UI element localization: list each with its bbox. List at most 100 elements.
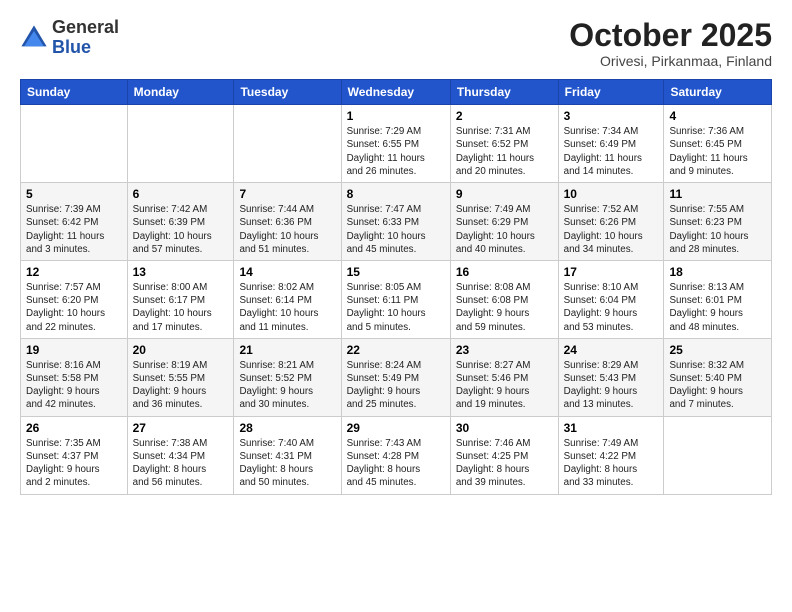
calendar-cell: 15Sunrise: 8:05 AM Sunset: 6:11 PM Dayli… [341,260,450,338]
weekday-header-thursday: Thursday [450,80,558,105]
day-info: Sunrise: 7:55 AM Sunset: 6:23 PM Dayligh… [669,203,766,256]
day-info: Sunrise: 7:57 AM Sunset: 6:20 PM Dayligh… [26,281,122,334]
calendar-cell: 5 Sunrise: 7:39 AM Sunset: 6:42 PM Daylig… [21,183,128,261]
day-info: Sunrise: 7:39 AM Sunset: 6:42 PM Dayligh… [26,203,122,256]
day-info: Sunrise: 7:34 AM Sunset: 6:49 PM Dayligh… [564,125,659,178]
day-number: 2 [456,109,553,123]
day-info: Sunrise: 7:49 AM Sunset: 6:29 PM Dayligh… [456,203,553,256]
header: General Blue October 2025 Orivesi, Pirka… [20,18,772,69]
day-number: 23 [456,343,553,357]
day-info: Sunrise: 7:35 AM Sunset: 4:37 PM Dayligh… [26,437,122,490]
day-info: Sunrise: 7:29 AM Sunset: 6:55 PM Dayligh… [347,125,445,178]
week-row-2: 5 Sunrise: 7:39 AM Sunset: 6:42 PM Daylig… [21,183,772,261]
calendar-cell: 20Sunrise: 8:19 AM Sunset: 5:55 PM Dayli… [127,338,234,416]
calendar-cell: 26Sunrise: 7:35 AM Sunset: 4:37 PM Dayli… [21,416,128,494]
calendar-cell: 31 Sunrise: 7:49 AM Sunset: 4:22 PM Dayli… [558,416,664,494]
calendar-cell: 22 Sunrise: 8:24 AM Sunset: 5:49 PM Dayli… [341,338,450,416]
day-number: 17 [564,265,659,279]
title-block: October 2025 Orivesi, Pirkanmaa, Finland [569,18,772,69]
day-number: 27 [133,421,229,435]
day-number: 8 [347,187,445,201]
calendar-cell: 1 Sunrise: 7:29 AM Sunset: 6:55 PM Daylig… [341,105,450,183]
calendar-cell: 6 Sunrise: 7:42 AM Sunset: 6:39 PM Daylig… [127,183,234,261]
weekday-header-row: SundayMondayTuesdayWednesdayThursdayFrid… [21,80,772,105]
calendar-cell: 19Sunrise: 8:16 AM Sunset: 5:58 PM Dayli… [21,338,128,416]
location-subtitle: Orivesi, Pirkanmaa, Finland [569,53,772,69]
calendar-cell: 4 Sunrise: 7:36 AM Sunset: 6:45 PM Daylig… [664,105,772,183]
month-title: October 2025 [569,18,772,53]
calendar-cell: 3 Sunrise: 7:34 AM Sunset: 6:49 PM Daylig… [558,105,664,183]
day-info: Sunrise: 8:16 AM Sunset: 5:58 PM Dayligh… [26,359,122,412]
calendar-cell: 7Sunrise: 7:44 AM Sunset: 6:36 PM Daylig… [234,183,341,261]
calendar-cell: 14Sunrise: 8:02 AM Sunset: 6:14 PM Dayli… [234,260,341,338]
day-info: Sunrise: 7:46 AM Sunset: 4:25 PM Dayligh… [456,437,553,490]
day-info: Sunrise: 7:40 AM Sunset: 4:31 PM Dayligh… [239,437,335,490]
day-info: Sunrise: 7:43 AM Sunset: 4:28 PM Dayligh… [347,437,445,490]
day-info: Sunrise: 8:32 AM Sunset: 5:40 PM Dayligh… [669,359,766,412]
day-info: Sunrise: 8:02 AM Sunset: 6:14 PM Dayligh… [239,281,335,334]
day-number: 4 [669,109,766,123]
day-number: 12 [26,265,122,279]
logo-icon [20,24,48,52]
day-number: 16 [456,265,553,279]
day-number: 5 [26,187,122,201]
logo: General Blue [20,18,119,58]
day-number: 21 [239,343,335,357]
calendar-cell [127,105,234,183]
weekday-header-sunday: Sunday [21,80,128,105]
calendar-cell: 12 Sunrise: 7:57 AM Sunset: 6:20 PM Dayli… [21,260,128,338]
day-number: 31 [564,421,659,435]
week-row-5: 26Sunrise: 7:35 AM Sunset: 4:37 PM Dayli… [21,416,772,494]
day-info: Sunrise: 7:36 AM Sunset: 6:45 PM Dayligh… [669,125,766,178]
calendar-cell: 29 Sunrise: 7:43 AM Sunset: 4:28 PM Dayli… [341,416,450,494]
day-info: Sunrise: 8:10 AM Sunset: 6:04 PM Dayligh… [564,281,659,334]
day-info: Sunrise: 8:00 AM Sunset: 6:17 PM Dayligh… [133,281,229,334]
day-number: 3 [564,109,659,123]
logo-text: General Blue [52,18,119,58]
day-info: Sunrise: 7:44 AM Sunset: 6:36 PM Dayligh… [239,203,335,256]
calendar-cell: 30Sunrise: 7:46 AM Sunset: 4:25 PM Dayli… [450,416,558,494]
day-number: 10 [564,187,659,201]
week-row-3: 12 Sunrise: 7:57 AM Sunset: 6:20 PM Dayli… [21,260,772,338]
day-info: Sunrise: 7:38 AM Sunset: 4:34 PM Dayligh… [133,437,229,490]
day-number: 1 [347,109,445,123]
day-info: Sunrise: 8:21 AM Sunset: 5:52 PM Dayligh… [239,359,335,412]
calendar-cell: 16Sunrise: 8:08 AM Sunset: 6:08 PM Dayli… [450,260,558,338]
day-info: Sunrise: 7:42 AM Sunset: 6:39 PM Dayligh… [133,203,229,256]
day-number: 22 [347,343,445,357]
day-number: 28 [239,421,335,435]
calendar-cell: 8 Sunrise: 7:47 AM Sunset: 6:33 PM Daylig… [341,183,450,261]
calendar-cell: 24Sunrise: 8:29 AM Sunset: 5:43 PM Dayli… [558,338,664,416]
calendar-cell: 11Sunrise: 7:55 AM Sunset: 6:23 PM Dayli… [664,183,772,261]
day-info: Sunrise: 7:31 AM Sunset: 6:52 PM Dayligh… [456,125,553,178]
weekday-header-saturday: Saturday [664,80,772,105]
logo-blue: Blue [52,38,119,58]
calendar-cell: 10 Sunrise: 7:52 AM Sunset: 6:26 PM Dayli… [558,183,664,261]
calendar-cell: 13Sunrise: 8:00 AM Sunset: 6:17 PM Dayli… [127,260,234,338]
calendar-cell: 28 Sunrise: 7:40 AM Sunset: 4:31 PM Dayli… [234,416,341,494]
day-info: Sunrise: 7:52 AM Sunset: 6:26 PM Dayligh… [564,203,659,256]
calendar-cell: 2 Sunrise: 7:31 AM Sunset: 6:52 PM Daylig… [450,105,558,183]
day-info: Sunrise: 7:47 AM Sunset: 6:33 PM Dayligh… [347,203,445,256]
calendar-table: SundayMondayTuesdayWednesdayThursdayFrid… [20,79,772,494]
logo-general: General [52,18,119,38]
day-info: Sunrise: 7:49 AM Sunset: 4:22 PM Dayligh… [564,437,659,490]
calendar-cell: 25 Sunrise: 8:32 AM Sunset: 5:40 PM Dayli… [664,338,772,416]
day-number: 29 [347,421,445,435]
week-row-1: 1 Sunrise: 7:29 AM Sunset: 6:55 PM Daylig… [21,105,772,183]
calendar-cell: 23Sunrise: 8:27 AM Sunset: 5:46 PM Dayli… [450,338,558,416]
day-info: Sunrise: 8:24 AM Sunset: 5:49 PM Dayligh… [347,359,445,412]
calendar-cell [234,105,341,183]
calendar-cell: 21 Sunrise: 8:21 AM Sunset: 5:52 PM Dayli… [234,338,341,416]
day-number: 6 [133,187,229,201]
day-number: 9 [456,187,553,201]
weekday-header-monday: Monday [127,80,234,105]
calendar-cell: 27 Sunrise: 7:38 AM Sunset: 4:34 PM Dayli… [127,416,234,494]
calendar-cell [21,105,128,183]
day-number: 24 [564,343,659,357]
day-number: 25 [669,343,766,357]
calendar-cell: 9 Sunrise: 7:49 AM Sunset: 6:29 PM Daylig… [450,183,558,261]
day-number: 20 [133,343,229,357]
day-number: 18 [669,265,766,279]
page: General Blue October 2025 Orivesi, Pirka… [0,0,792,612]
